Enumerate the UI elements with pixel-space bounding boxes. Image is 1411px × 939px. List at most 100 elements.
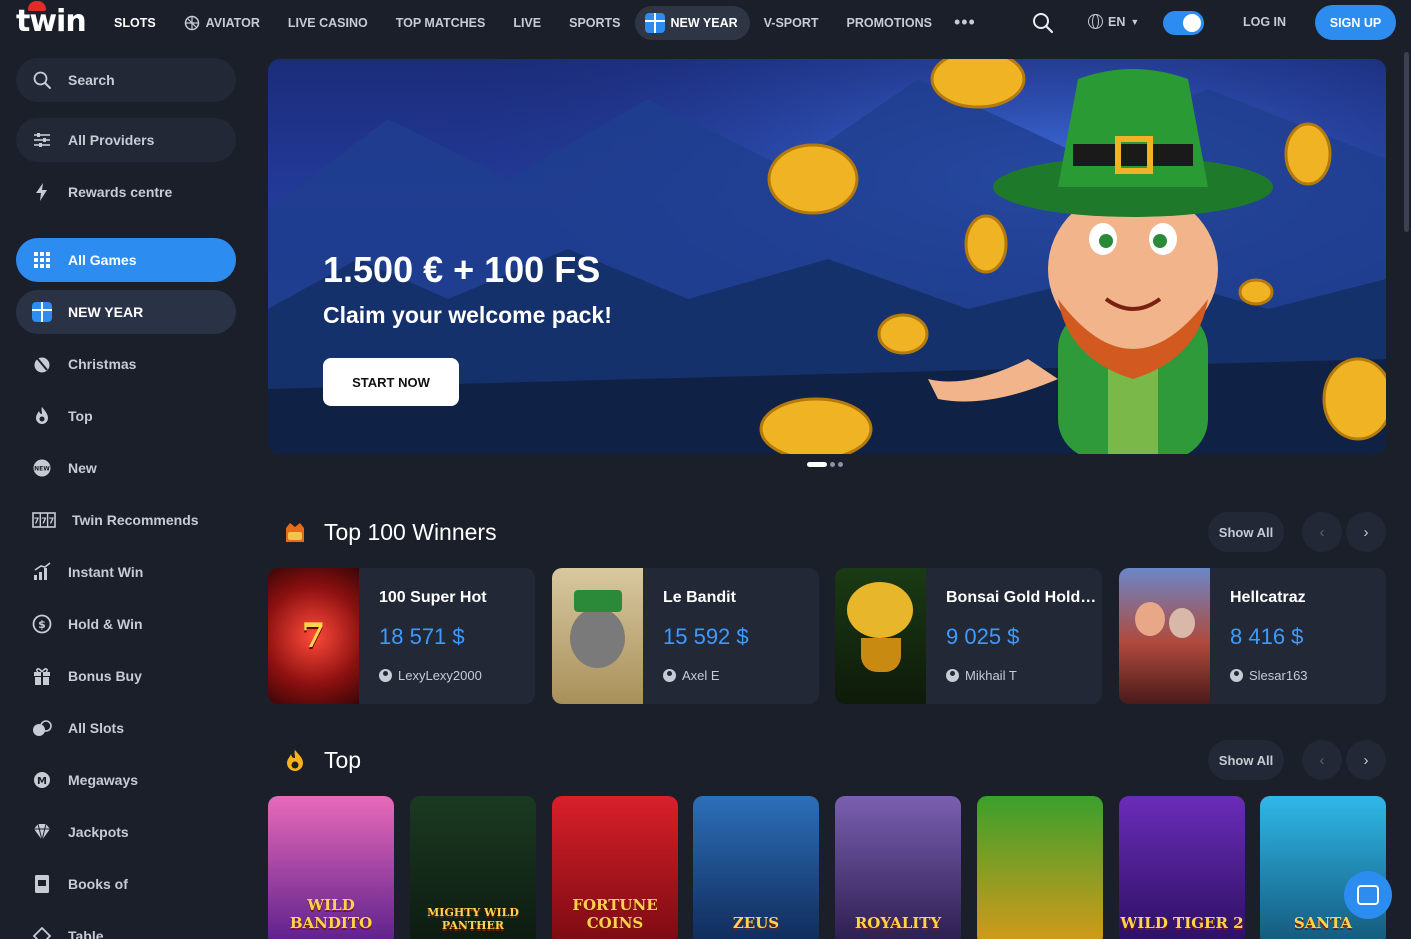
game-tile[interactable]: WILD BANDITO <box>268 796 394 939</box>
game-tile[interactable]: WILD TIGER 2 <box>1119 796 1245 939</box>
sidebar-item-jackpots[interactable]: Jackpots <box>16 810 236 854</box>
top-next-arrow-icon[interactable]: › <box>1346 740 1386 780</box>
nav-top-matches[interactable]: TOP MATCHES <box>382 6 500 40</box>
game-tile-title: ZEUS <box>732 914 780 932</box>
nav-aviator[interactable]: AVIATOR <box>170 6 274 40</box>
game-thumbnail <box>552 568 643 704</box>
main-nav: SLOTS AVIATOR LIVE CASINO TOP MATCHES LI… <box>100 0 984 45</box>
sidebar-search[interactable]: Search <box>16 58 236 102</box>
book-icon <box>35 875 49 893</box>
sidebar-item-books-of[interactable]: Books of <box>16 862 236 906</box>
gift-icon <box>644 12 665 33</box>
sidebar-item-all-slots[interactable]: All Slots <box>16 706 236 750</box>
nav-sports[interactable]: SPORTS <box>555 6 634 40</box>
sidebar: Search All Providers Rewards centre All … <box>0 45 252 939</box>
pager-dot[interactable] <box>830 462 835 467</box>
language-selector[interactable]: EN ▼ <box>1088 14 1139 29</box>
winner-amount: 18 571 $ <box>379 624 465 649</box>
game-tile[interactable] <box>977 796 1103 939</box>
pager-dot[interactable] <box>838 462 843 467</box>
nav-slots[interactable]: SLOTS <box>100 6 170 40</box>
svg-text:7: 7 <box>41 517 47 526</box>
top-section-header: Top Show All ‹ › <box>282 740 1386 780</box>
nav-live[interactable]: LIVE <box>499 6 555 40</box>
aviator-icon <box>184 15 199 30</box>
christmas-icon <box>34 357 50 373</box>
sidebar-item-all-games[interactable]: All Games <box>16 238 236 282</box>
banner-pagination <box>807 462 843 467</box>
more-menu-icon[interactable]: ••• <box>946 12 984 33</box>
sidebar-item-new[interactable]: NEW New <box>16 446 236 490</box>
top-title: Top <box>324 747 362 773</box>
winners-next-arrow-icon[interactable]: › <box>1346 512 1386 552</box>
sliders-icon <box>34 133 50 147</box>
coin-icon: $ <box>32 614 52 634</box>
sidebar-all-providers[interactable]: All Providers <box>16 118 236 162</box>
chat-support-button[interactable] <box>1344 871 1392 919</box>
promo-banner[interactable]: 1.500 € + 100 FS Claim your welcome pack… <box>268 59 1386 454</box>
winner-game-name: Hellcatraz <box>1230 589 1306 606</box>
game-tile[interactable]: MIGHTY WILD PANTHER <box>410 796 536 939</box>
svg-text:$: $ <box>38 618 46 631</box>
search-icon[interactable] <box>1030 10 1056 36</box>
sidebar-item-top[interactable]: Top <box>16 394 236 438</box>
banner-title: 1.500 € + 100 FS <box>323 249 601 290</box>
pager-dot-active[interactable] <box>807 462 827 467</box>
grid-icon <box>34 252 50 268</box>
sidebar-rewards-centre[interactable]: Rewards centre <box>16 170 236 214</box>
user-icon <box>663 669 676 682</box>
sidebar-item-new-year[interactable]: NEW YEAR <box>16 290 236 334</box>
login-button[interactable]: LOG IN <box>1243 15 1286 29</box>
top-show-all-button[interactable]: Show All <box>1208 740 1284 780</box>
nav-live-casino[interactable]: LIVE CASINO <box>274 6 382 40</box>
flame-icon <box>36 407 48 424</box>
nav-v-sport[interactable]: V-SPORT <box>750 6 833 40</box>
winner-user: Slesar163 <box>1230 668 1308 683</box>
user-icon <box>379 669 392 682</box>
sidebar-item-twin-recommends[interactable]: 777 Twin Recommends <box>16 498 236 542</box>
theme-toggle[interactable] <box>1163 11 1204 35</box>
winners-section-header: Top 100 Winners Show All ‹ › <box>282 512 1386 552</box>
top-prev-arrow-icon[interactable]: ‹ <box>1302 740 1342 780</box>
svg-text:NEW: NEW <box>34 466 50 473</box>
start-now-button[interactable]: START NOW <box>323 358 459 406</box>
sidebar-item-hold-and-win[interactable]: $ Hold & Win <box>16 602 236 646</box>
winner-amount: 9 025 $ <box>946 624 1020 649</box>
game-tile-title: MIGHTY WILD PANTHER <box>427 906 519 932</box>
page-scrollbar[interactable] <box>1404 52 1409 232</box>
winners-show-all-button[interactable]: Show All <box>1208 512 1284 552</box>
gift-icon <box>32 302 52 322</box>
game-tile-title: WILD BANDITO <box>289 896 373 932</box>
winner-card[interactable]: 7 100 Super Hot 18 571 $ LexyLexy2000 <box>268 568 535 704</box>
winner-card[interactable]: Le Bandit 15 592 $ Axel E <box>552 568 819 704</box>
slots-icon <box>33 720 52 736</box>
sidebar-item-table[interactable]: Table <box>16 914 236 939</box>
sidebar-item-christmas[interactable]: Christmas <box>16 342 236 386</box>
winner-card[interactable]: Hellcatraz 8 416 $ Slesar163 <box>1119 568 1386 704</box>
winner-amount: 15 592 $ <box>663 624 749 649</box>
svg-text:7: 7 <box>49 517 55 526</box>
flame-icon <box>287 750 303 771</box>
banner-subtitle: Claim your welcome pack! <box>323 302 612 328</box>
winner-card[interactable]: Bonsai Gold Hold… 9 025 $ Mikhail T <box>835 568 1102 704</box>
winners-prev-arrow-icon[interactable]: ‹ <box>1302 512 1342 552</box>
sidebar-item-megaways[interactable]: M Megaways <box>16 758 236 802</box>
sidebar-item-instant-win[interactable]: Instant Win <box>16 550 236 594</box>
santa-hat-icon <box>28 1 46 11</box>
gift-box-icon <box>34 668 50 685</box>
signup-button[interactable]: SIGN UP <box>1315 5 1396 40</box>
game-tile[interactable]: FORTUNE COINS <box>552 796 678 939</box>
game-tile-title: WILD TIGER 2 <box>1120 914 1244 932</box>
game-tile[interactable]: ZEUS <box>693 796 819 939</box>
megaways-icon: M <box>34 772 50 788</box>
game-tile[interactable]: ROYALITY <box>835 796 961 939</box>
diamond-icon <box>34 823 50 841</box>
game-thumbnail <box>835 568 926 704</box>
sidebar-item-bonus-buy[interactable]: Bonus Buy <box>16 654 236 698</box>
globe-icon <box>1088 14 1103 29</box>
twin-logo[interactable]: twin <box>16 1 87 39</box>
nav-promotions[interactable]: PROMOTIONS <box>833 6 946 40</box>
caret-down-icon: ▼ <box>1130 16 1140 27</box>
top-navigation: twin SLOTS AVIATOR LIVE CASINO TOP MATCH… <box>0 0 1411 45</box>
nav-new-year[interactable]: NEW YEAR <box>634 5 750 40</box>
